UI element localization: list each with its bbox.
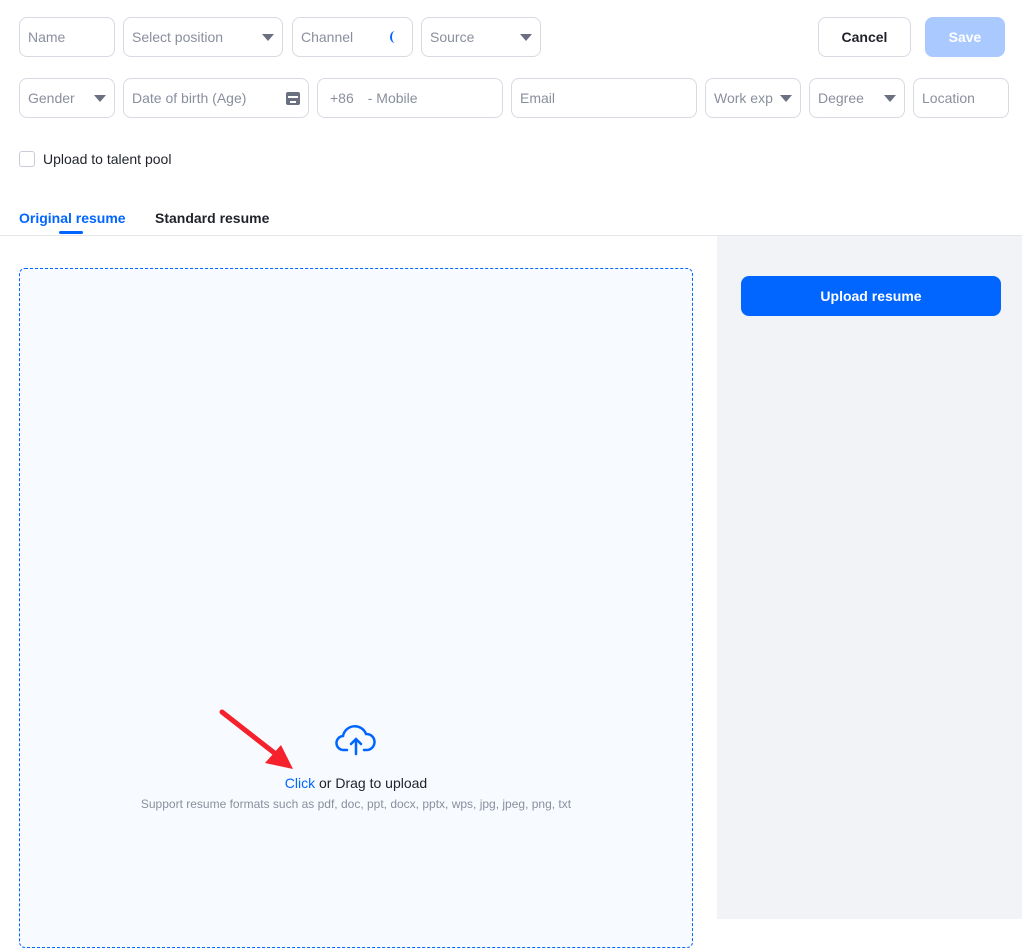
channel-select[interactable]: Channel	[292, 17, 413, 57]
supported-formats: Support resume formats such as pdf, doc,…	[140, 797, 572, 811]
gender-select[interactable]: Gender	[19, 78, 115, 118]
degree-select[interactable]: Degree	[809, 78, 905, 118]
tab-label: Original resume	[19, 210, 126, 226]
chevron-down-icon	[884, 94, 896, 102]
upload-resume-button[interactable]: Upload resume	[741, 276, 1001, 316]
talent-pool-label: Upload to talent pool	[43, 151, 172, 167]
cancel-button[interactable]: Cancel	[818, 17, 911, 57]
drag-upload-text: or Drag to upload	[315, 775, 428, 791]
mobile-input[interactable]: +86 - Mobile	[317, 78, 503, 118]
active-tab-indicator	[59, 231, 83, 234]
chevron-down-icon	[780, 94, 792, 102]
source-select[interactable]: Source	[421, 17, 541, 57]
chevron-down-icon	[520, 33, 532, 41]
upload-instruction: Click or Drag to upload	[20, 775, 692, 791]
loading-spinner-icon	[390, 31, 400, 43]
tab-label: Standard resume	[155, 210, 270, 226]
email-placeholder: Email	[520, 90, 556, 106]
location-placeholder: Location	[922, 90, 975, 106]
channel-placeholder: Channel	[301, 29, 354, 45]
work-experience-select[interactable]: Work exp	[705, 78, 801, 118]
upload-dropzone[interactable]: Click or Drag to upload Support resume f…	[19, 268, 693, 948]
chevron-down-icon	[262, 33, 274, 41]
dob-input[interactable]: Date of birth (Age)	[123, 78, 309, 118]
name-placeholder: Name	[28, 29, 66, 45]
talent-pool-checkbox[interactable]: Upload to talent pool	[19, 151, 171, 167]
tab-original-resume[interactable]: Original resume	[19, 210, 126, 226]
save-button[interactable]: Save	[925, 17, 1005, 57]
right-panel	[717, 236, 1022, 919]
red-arrow-annotation-icon	[219, 709, 293, 769]
dob-placeholder: Date of birth (Age)	[132, 90, 247, 106]
cloud-upload-icon	[335, 725, 376, 756]
location-input[interactable]: Location	[913, 78, 1009, 118]
work-exp-placeholder: Work exp	[714, 90, 773, 106]
position-select[interactable]: Select position	[123, 17, 283, 57]
calendar-icon	[286, 91, 300, 105]
position-placeholder: Select position	[132, 29, 224, 45]
checkbox[interactable]	[19, 151, 35, 167]
tab-standard-resume[interactable]: Standard resume	[155, 210, 269, 226]
country-code[interactable]: +86	[330, 90, 354, 106]
source-placeholder: Source	[430, 29, 475, 45]
name-input[interactable]: Name	[19, 17, 115, 57]
degree-placeholder: Degree	[818, 90, 864, 106]
gender-placeholder: Gender	[28, 90, 75, 106]
chevron-down-icon	[94, 94, 106, 102]
email-input[interactable]: Email	[511, 78, 697, 118]
mobile-placeholder: - Mobile	[367, 90, 418, 106]
